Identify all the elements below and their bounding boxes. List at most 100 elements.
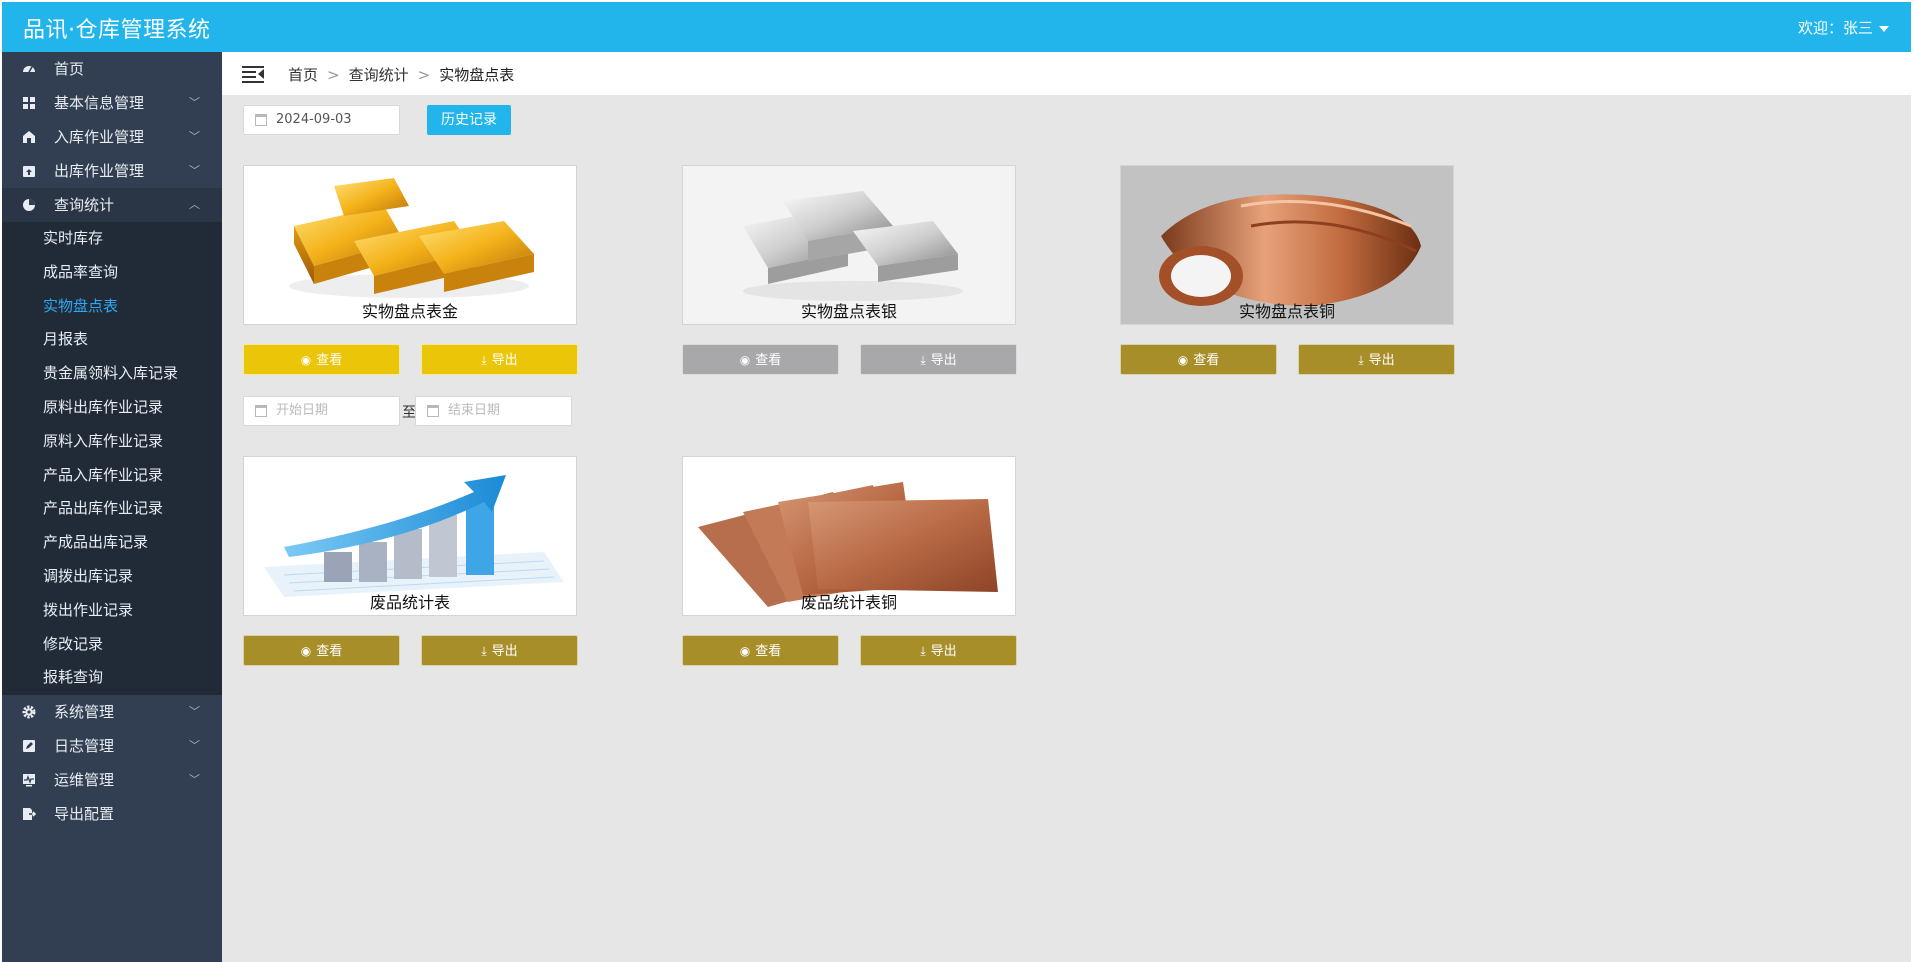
sidebar-subitem-inventory-count[interactable]: 实物盘点表: [2, 290, 222, 324]
eye-icon: ◉: [300, 644, 312, 658]
card-waste-copper[interactable]: 废品统计表铜: [682, 456, 1016, 616]
export-button[interactable]: ⤓ 导出: [860, 344, 1017, 375]
sidebar-subitem-raw-outbound[interactable]: 原料出库作业记录: [2, 391, 222, 425]
sidebar-subitem-loss-query[interactable]: 报耗查询: [2, 661, 222, 695]
user-greeting: 欢迎：张三: [1797, 19, 1873, 37]
sidebar-item-inbound[interactable]: 入库作业管理 ﹀: [2, 120, 222, 154]
download-icon: ⤓: [1358, 353, 1364, 367]
pie-chart-icon: [23, 199, 35, 211]
eye-icon: ◉: [1177, 353, 1189, 367]
dashboard-icon: [23, 66, 35, 73]
date-picker[interactable]: 2024-09-03: [243, 105, 400, 135]
chevron-up-icon: ︿: [189, 198, 200, 211]
sidebar-item-label: 运维管理: [54, 771, 115, 790]
card-label: 废品统计表铜: [800, 593, 897, 612]
sidebar-item-label: 首页: [54, 60, 85, 78]
eye-icon: ◉: [739, 353, 751, 367]
date-value: 2024-09-03: [276, 112, 352, 127]
query-stats-submenu: 实时库存 成品率查询 实物盘点表 月报表 贵金属领料入库记录 原料出库作业记录 …: [2, 222, 222, 696]
sidebar-item-export-config[interactable]: 导出配置: [2, 797, 222, 831]
breadcrumb-home[interactable]: 首页: [288, 66, 318, 84]
chevron-down-icon: ﹀: [189, 164, 200, 177]
sidebar-subitem-yield-query[interactable]: 成品率查询: [2, 256, 222, 290]
breadcrumb-separator: >: [417, 66, 431, 84]
date-range-separator: 至: [402, 405, 416, 421]
sidebar-item-label: 日志管理: [54, 737, 115, 756]
chevron-down-icon: ﹀: [189, 739, 200, 753]
chevron-down-icon: ﹀: [189, 773, 200, 787]
sidebar-item-logs[interactable]: 日志管理 ﹀: [2, 729, 222, 763]
end-date-placeholder: 结束日期: [448, 403, 501, 418]
card-silver[interactable]: 实物盘点表银: [682, 165, 1016, 325]
download-icon: ⤓: [481, 644, 487, 658]
user-menu[interactable]: 欢迎：张三: [1798, 17, 1889, 38]
card-label: 实物盘点表金: [361, 302, 458, 321]
view-button[interactable]: ◉ 查看: [243, 344, 400, 375]
view-button[interactable]: ◉ 查看: [243, 635, 400, 666]
gear-icon: [22, 705, 36, 719]
sidebar-item-label: 出库作业管理: [54, 162, 145, 180]
sidebar-item-query-stats[interactable]: 查询统计 ︿: [2, 188, 222, 222]
start-date-placeholder: 开始日期: [276, 403, 329, 418]
edit-icon: [23, 740, 35, 753]
top-bar: 品讯·仓库管理系统 欢迎：张三: [2, 2, 1911, 52]
sidebar-subitem-product-outbound[interactable]: 产品出库作业记录: [2, 492, 222, 526]
export-button[interactable]: ⤓ 导出: [421, 635, 578, 666]
sidebar-subitem-finished-outbound[interactable]: 产成品出库记录: [2, 526, 222, 560]
download-icon: ⤓: [920, 353, 926, 367]
card-label: 实物盘点表银: [800, 302, 897, 321]
warehouse-out-icon: [23, 166, 35, 177]
history-button[interactable]: 历史记录: [427, 105, 511, 135]
eye-icon: ◉: [739, 644, 751, 658]
sidebar-item-label: 基本信息管理: [54, 94, 145, 112]
export-button[interactable]: ⤓ 导出: [860, 635, 1017, 666]
card-gold[interactable]: 实物盘点表金: [243, 165, 577, 325]
export-button[interactable]: ⤓ 导出: [421, 344, 578, 375]
breadcrumb-section[interactable]: 查询统计: [349, 66, 409, 84]
end-date-picker[interactable]: 结束日期: [415, 396, 572, 426]
sidebar-item-ops[interactable]: 运维管理 ﹀: [2, 763, 222, 797]
sidebar-item-system[interactable]: 系统管理 ﹀: [2, 695, 222, 729]
calendar-icon: [255, 114, 267, 126]
monitor-icon: [23, 774, 35, 787]
sidebar-item-label: 入库作业管理: [54, 128, 145, 146]
view-button[interactable]: ◉ 查看: [1120, 344, 1277, 375]
calendar-icon: [427, 405, 439, 417]
main-content: 首页 > 查询统计 > 实物盘点表 2024-09-03 历史记录 实物盘点表金 ◉ 查看…: [222, 52, 1911, 962]
sidebar-subitem-product-inbound[interactable]: 产品入库作业记录: [2, 459, 222, 493]
sidebar-item-outbound[interactable]: 出库作业管理 ﹀: [2, 154, 222, 188]
sidebar-subitem-raw-inbound[interactable]: 原料入库作业记录: [2, 425, 222, 459]
card-waste-stats[interactable]: 废品统计表: [243, 456, 577, 616]
breadcrumb-separator: >: [327, 66, 340, 84]
view-button[interactable]: ◉ 查看: [682, 344, 839, 375]
eye-icon: ◉: [300, 353, 312, 367]
chevron-down-icon: ﹀: [189, 705, 200, 719]
sidebar-subitem-monthly-report[interactable]: 月报表: [2, 323, 222, 357]
view-button[interactable]: ◉ 查看: [682, 635, 839, 666]
sidebar-subitem-allocation-records[interactable]: 拨出作业记录: [2, 594, 222, 628]
warehouse-in-icon: [23, 131, 35, 143]
sidebar-item-basic-info[interactable]: 基本信息管理 ﹀: [2, 86, 222, 120]
sidebar-subitem-modification-records[interactable]: 修改记录: [2, 628, 222, 662]
sidebar-subitem-transfer-outbound[interactable]: 调拨出库记录: [2, 560, 222, 594]
sidebar-subitem-realtime-stock[interactable]: 实时库存: [2, 222, 222, 256]
chevron-down-icon: ﹀: [189, 130, 200, 143]
export-button[interactable]: ⤓ 导出: [1298, 344, 1455, 375]
breadcrumb: 首页 > 查询统计 > 实物盘点表: [288, 64, 514, 85]
download-icon: ⤓: [481, 353, 487, 367]
menu-toggle-icon[interactable]: [242, 65, 264, 83]
export-icon: [23, 808, 36, 821]
calendar-icon: [255, 405, 267, 417]
sidebar-subitem-precious-metal-receipt[interactable]: 贵金属领料入库记录: [2, 357, 222, 391]
sidebar-item-label: 系统管理: [54, 703, 115, 722]
breadcrumb-current: 实物盘点表: [439, 66, 515, 84]
sidebar: 首页 基本信息管理 ﹀ 入库作业管理 ﹀ 出库作业管理 ﹀ 查询统计 ︿ 实时库…: [2, 52, 222, 962]
start-date-picker[interactable]: 开始日期: [243, 396, 400, 426]
breadcrumb-bar: 首页 > 查询统计 > 实物盘点表: [222, 52, 1911, 95]
card-copper[interactable]: 实物盘点表铜: [1120, 165, 1454, 325]
download-icon: ⤓: [920, 644, 926, 658]
chevron-down-icon: ﹀: [189, 96, 200, 109]
app-title: 品讯·仓库管理系统: [23, 18, 211, 43]
sidebar-item-home[interactable]: 首页: [2, 52, 222, 86]
card-label: 废品统计表: [369, 593, 450, 612]
